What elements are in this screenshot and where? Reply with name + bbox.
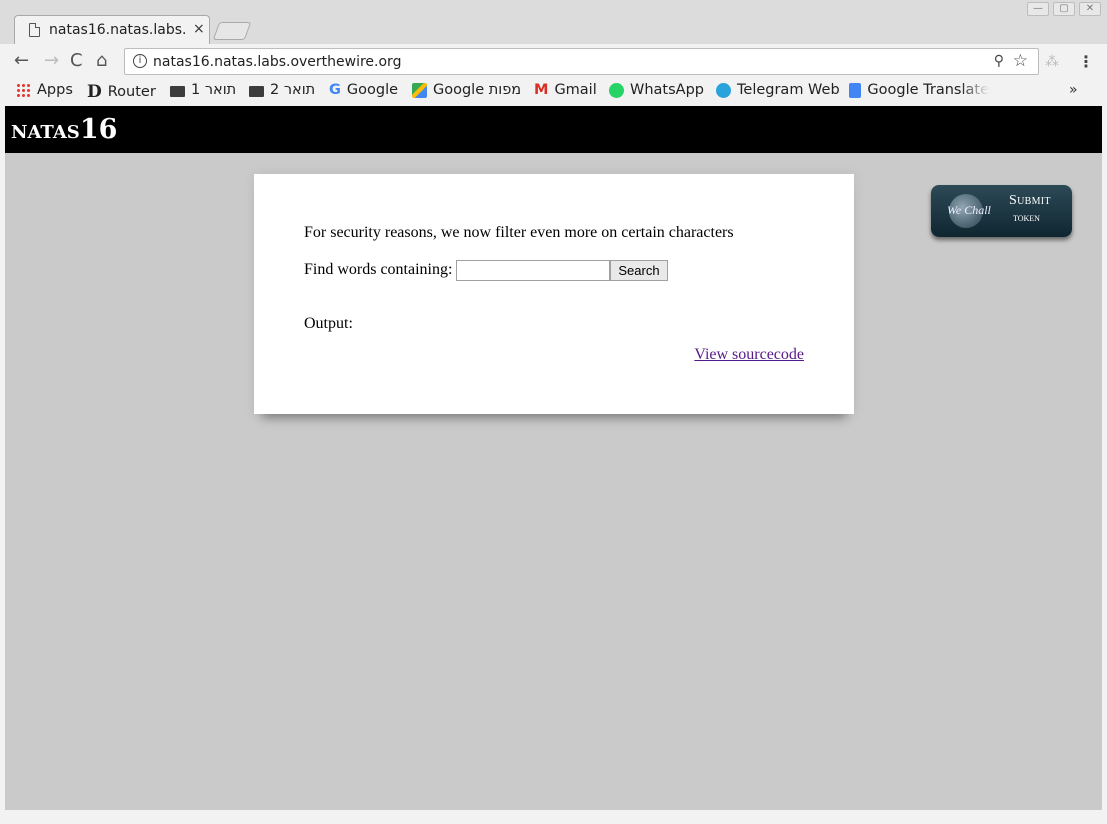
site-info-icon[interactable]: i	[133, 54, 147, 68]
address-bar[interactable]: i natas16.natas.labs.overthewire.org ⚲ ☆	[124, 48, 1039, 75]
bookmark-label: תואר 2	[270, 82, 316, 98]
window-controls: — ▢ ✕	[1027, 2, 1101, 16]
reload-icon[interactable]: C	[70, 50, 83, 71]
bookmark-whatsapp[interactable]: WhatsApp	[609, 82, 704, 98]
bookmark-label: Telegram Web	[737, 82, 840, 98]
bookmark-telegram[interactable]: Telegram Web	[716, 82, 840, 98]
browser-toolbar: ← → C ⌂ i natas16.natas.labs.overthewire…	[0, 44, 1107, 79]
search-input[interactable]	[456, 260, 610, 281]
bookmark-label: Google Translate	[867, 82, 989, 98]
more-bookmarks-icon[interactable]: »	[1069, 82, 1078, 98]
bookmark-google-translate[interactable]: Google Translate	[849, 82, 989, 98]
folder-icon	[170, 85, 185, 97]
wechall-submit-token-button[interactable]: We Chall Submit token	[931, 185, 1072, 237]
search-button[interactable]: Search	[610, 260, 668, 281]
bookmark-apps[interactable]: Apps	[16, 82, 73, 98]
bookmark-router[interactable]: D Router	[87, 82, 156, 102]
gmail-icon: M	[534, 82, 549, 98]
window-bottom-edge	[0, 810, 1107, 824]
maximize-button[interactable]: ▢	[1053, 2, 1075, 16]
google-icon: G	[329, 82, 341, 98]
home-icon[interactable]: ⌂	[96, 50, 107, 71]
bookmark-label: Google	[346, 82, 399, 98]
tab-title: natas16.natas.labs.	[49, 22, 187, 38]
google-translate-icon	[849, 82, 862, 98]
bookmark-gmail[interactable]: M Gmail	[534, 82, 597, 98]
apps-icon	[16, 82, 31, 98]
forward-icon[interactable]: →	[44, 50, 59, 71]
bookmark-google-maps[interactable]: Google מפות	[412, 82, 521, 98]
info-message: For security reasons, we now filter even…	[304, 224, 734, 241]
minimize-button[interactable]: —	[1027, 2, 1049, 16]
extension-icon[interactable]: ⁂	[1045, 54, 1059, 70]
submit-label: Submit	[1009, 193, 1051, 208]
page-viewport: natas16 For security reasons, we now fil…	[5, 106, 1102, 810]
folder-icon	[249, 85, 264, 97]
search-label: Find words containing:	[304, 261, 453, 278]
bookmark-star-icon[interactable]: ☆	[1013, 51, 1028, 71]
bookmark-label: תואר 1	[191, 82, 237, 98]
title-prefix: natas	[11, 122, 80, 143]
url-text[interactable]: natas16.natas.labs.overthewire.org	[153, 54, 401, 70]
bookmark-label: Router	[107, 84, 156, 100]
telegram-icon	[716, 82, 731, 98]
bookmark-folder-1[interactable]: תואר 1	[170, 82, 236, 98]
page-title: natas16	[11, 114, 117, 145]
tab-close-icon[interactable]: ×	[193, 21, 205, 37]
browser-tab[interactable]: natas16.natas.labs. ×	[14, 15, 210, 44]
wechall-logo-text: We Chall	[947, 203, 991, 217]
bookmarks-bar: Apps D Router תואר 1 תואר 2 G Google Goo…	[0, 79, 1107, 106]
site-header: natas16	[5, 106, 1102, 153]
bookmark-label: Apps	[37, 82, 73, 98]
view-sourcecode-link[interactable]: View sourcecode	[694, 346, 804, 364]
new-tab-button[interactable]	[212, 22, 252, 40]
bookmark-google[interactable]: G Google	[329, 82, 398, 98]
close-window-button[interactable]: ✕	[1079, 2, 1101, 16]
content-panel: For security reasons, we now filter even…	[254, 174, 854, 414]
google-maps-icon	[412, 82, 427, 98]
router-icon: D	[87, 82, 102, 102]
output-label: Output:	[304, 315, 353, 332]
bookmark-label: Gmail	[554, 82, 597, 98]
token-label: token	[1013, 210, 1040, 224]
bookmark-label: WhatsApp	[630, 82, 704, 98]
browser-tab-strip: natas16.natas.labs. × — ▢ ✕	[0, 0, 1107, 44]
back-icon[interactable]: ←	[14, 50, 29, 71]
page-icon	[29, 23, 40, 37]
key-icon[interactable]: ⚲	[994, 53, 1004, 69]
browser-menu-icon[interactable]: ⋮	[1078, 52, 1094, 71]
bookmark-folder-2[interactable]: תואר 2	[249, 82, 315, 98]
title-number: 16	[79, 114, 118, 145]
whatsapp-icon	[609, 82, 624, 98]
bookmark-label: Google מפות	[433, 82, 522, 98]
